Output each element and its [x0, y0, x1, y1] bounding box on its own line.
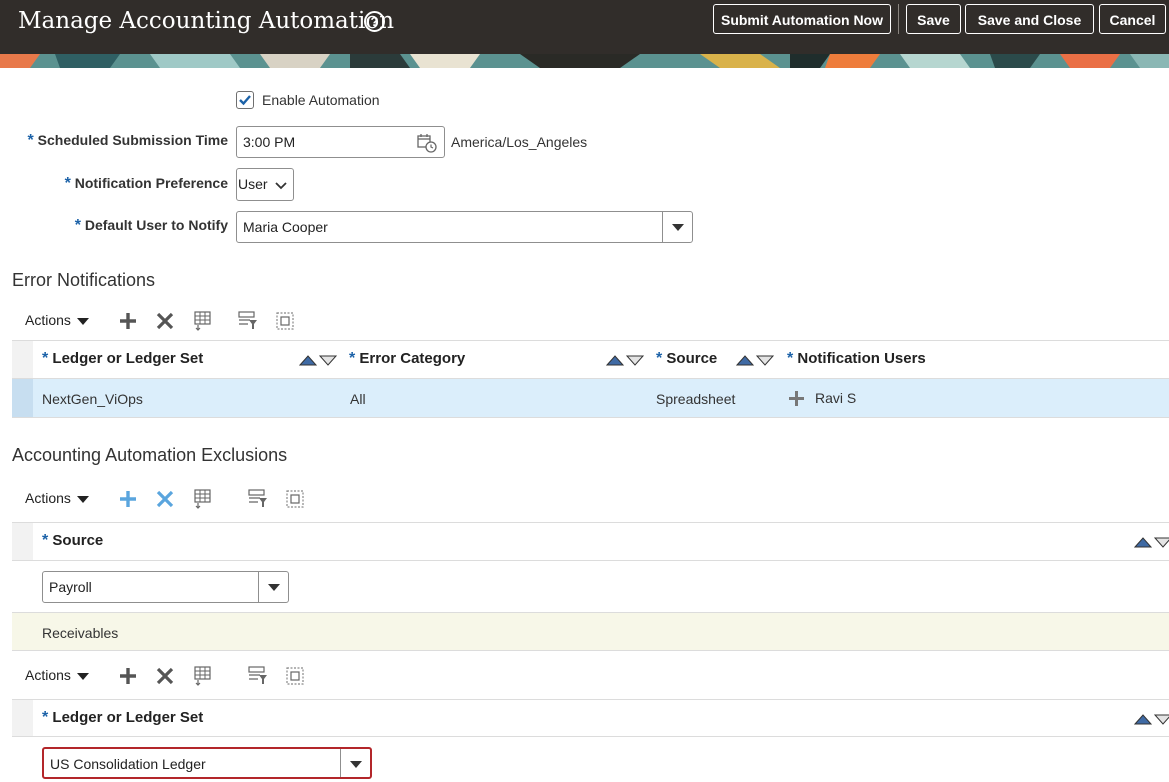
timezone-text: America/Los_Angeles: [451, 134, 588, 150]
freeze-columns-icon[interactable]: [193, 311, 213, 331]
column-header-error-category[interactable]: * Error Category: [349, 350, 465, 368]
query-by-example-icon[interactable]: [248, 489, 268, 509]
save-button[interactable]: Save: [906, 4, 961, 34]
submit-automation-now-button[interactable]: Submit Automation Now: [713, 4, 891, 34]
add-icon[interactable]: [118, 489, 138, 509]
detach-icon[interactable]: [285, 489, 305, 509]
enable-automation-label: Enable Automation: [262, 92, 380, 108]
page-title: Manage Accounting Automation: [18, 8, 395, 34]
ledger-actions-menu[interactable]: Actions: [25, 667, 89, 683]
required-marker: *: [27, 132, 34, 149]
calendar-clock-icon[interactable]: [417, 133, 437, 153]
cell-source: Spreadsheet: [656, 391, 736, 407]
table-row[interactable]: NextGen_ViOps All Spreadsheet Ravi S: [12, 379, 1169, 417]
cell-error-category: All: [350, 391, 366, 407]
ledger-combobox[interactable]: US Consolidation Ledger: [42, 747, 372, 779]
caret-down-icon: [76, 317, 89, 325]
delete-icon[interactable]: [155, 311, 175, 331]
add-user-icon[interactable]: [788, 390, 805, 407]
detach-icon[interactable]: [285, 666, 305, 686]
default-user-combobox[interactable]: Maria Cooper: [236, 211, 693, 243]
sort-arrows-icon[interactable]: [606, 353, 644, 367]
decorative-banner: [0, 54, 1169, 68]
add-icon[interactable]: [118, 311, 138, 331]
table-row[interactable]: Payroll: [12, 561, 1169, 612]
exclusions-title: Accounting Automation Exclusions: [12, 445, 288, 465]
cell-notification-users: Ravi S: [815, 390, 857, 406]
dropdown-arrow-icon[interactable]: [662, 212, 692, 242]
caret-down-icon: [76, 672, 89, 680]
delete-icon[interactable]: [155, 489, 175, 509]
column-header-source[interactable]: * Source: [42, 532, 103, 550]
column-header-ledger[interactable]: * Ledger or Ledger Set: [42, 709, 203, 727]
sort-arrows-icon[interactable]: [299, 353, 337, 367]
notification-preference-label: * Notification Preference: [64, 175, 228, 192]
column-header-ledger[interactable]: * Ledger or Ledger Set: [42, 350, 203, 368]
cell-source: Receivables: [42, 625, 119, 641]
save-and-close-button[interactable]: Save and Close: [965, 4, 1094, 34]
error-actions-menu[interactable]: Actions: [25, 312, 89, 328]
column-header-source[interactable]: * Source: [656, 350, 717, 368]
page-header: Manage Accounting Automation ? Submit Au…: [0, 0, 1169, 54]
source-combobox[interactable]: Payroll: [42, 571, 289, 603]
freeze-columns-icon[interactable]: [193, 666, 213, 686]
checkmark-icon: [239, 95, 251, 106]
column-header-notification-users[interactable]: * Notification Users: [787, 350, 926, 368]
sort-arrows-icon[interactable]: [1134, 712, 1169, 726]
add-icon[interactable]: [118, 666, 138, 686]
chevron-down-icon: [275, 182, 287, 190]
help-icon[interactable]: ?: [364, 11, 385, 32]
exclusions-actions-menu[interactable]: Actions: [25, 490, 89, 506]
detach-icon[interactable]: [275, 311, 295, 331]
freeze-columns-icon[interactable]: [193, 489, 213, 509]
enable-automation-checkbox[interactable]: [236, 91, 254, 109]
default-user-label: * Default User to Notify: [74, 217, 228, 234]
dropdown-arrow-icon[interactable]: [340, 749, 370, 777]
error-notifications-title: Error Notifications: [12, 270, 156, 290]
scheduled-time-label: * Scheduled Submission Time: [27, 132, 228, 149]
notification-preference-select[interactable]: User: [236, 168, 294, 201]
sort-arrows-icon[interactable]: [1134, 535, 1169, 549]
delete-icon[interactable]: [155, 666, 175, 686]
caret-down-icon: [76, 495, 89, 503]
scheduled-time-input[interactable]: 3:00 PM: [236, 126, 445, 158]
cell-ledger: NextGen_ViOps: [42, 391, 143, 407]
query-by-example-icon[interactable]: [238, 311, 258, 331]
sort-arrows-icon[interactable]: [736, 353, 774, 367]
toolbar-divider: [898, 4, 899, 34]
query-by-example-icon[interactable]: [248, 666, 268, 686]
cancel-button[interactable]: Cancel: [1099, 4, 1166, 34]
dropdown-arrow-icon[interactable]: [258, 572, 288, 602]
table-row[interactable]: Receivables: [12, 613, 1169, 650]
